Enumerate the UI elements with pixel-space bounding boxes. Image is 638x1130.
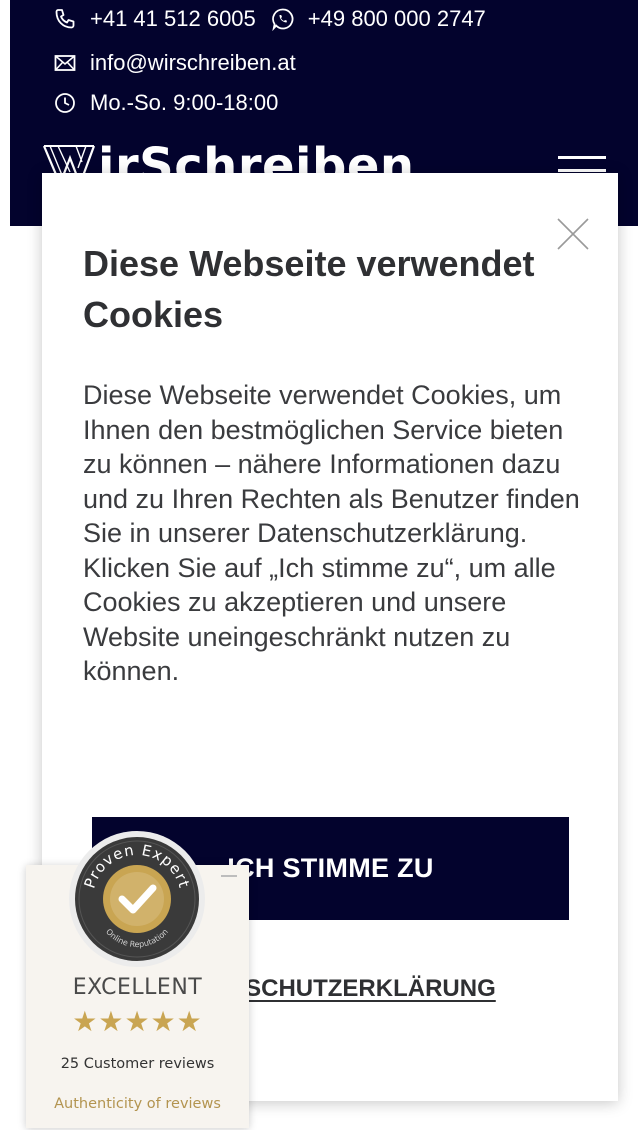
opening-hours: Mo.-So. 9:00-18:00 xyxy=(90,90,279,115)
close-icon[interactable] xyxy=(556,217,590,251)
phone-icon xyxy=(52,6,78,32)
contact-hours: Mo.-So. 9:00-18:00 xyxy=(52,90,278,116)
email-link[interactable]: info@wirschreiben.at xyxy=(90,50,296,76)
rating-label: EXCELLENT xyxy=(72,975,203,1000)
phone-ch-link[interactable]: +41 41 512 6005 xyxy=(90,6,256,32)
dialog-title: Diese Webseite verwendet Cookies xyxy=(83,243,535,335)
contact-phones: +41 41 512 6005 +49 800 000 2747 xyxy=(52,6,486,32)
phone-whatsapp-link[interactable]: +49 800 000 2747 xyxy=(308,6,486,32)
whatsapp-icon xyxy=(270,6,296,32)
dialog-body-text: Diese Webseite verwendet Cookies, um Ihn… xyxy=(83,380,580,686)
star-rating-icons: ★★★★★ xyxy=(72,1005,203,1038)
authenticity-link[interactable]: Authenticity of reviews xyxy=(26,1096,249,1112)
proven-expert-seal-icon: Proven Expert Online Reputation xyxy=(69,831,205,967)
envelope-icon xyxy=(52,50,78,76)
clock-icon xyxy=(52,90,78,116)
proven-expert-widget[interactable]: Proven Expert Online Reputation EXCELLEN… xyxy=(26,831,249,1128)
review-count-link[interactable]: 25 Customer reviews xyxy=(26,1056,249,1072)
minimize-icon[interactable] xyxy=(221,875,237,877)
contact-email: info@wirschreiben.at xyxy=(52,50,296,76)
